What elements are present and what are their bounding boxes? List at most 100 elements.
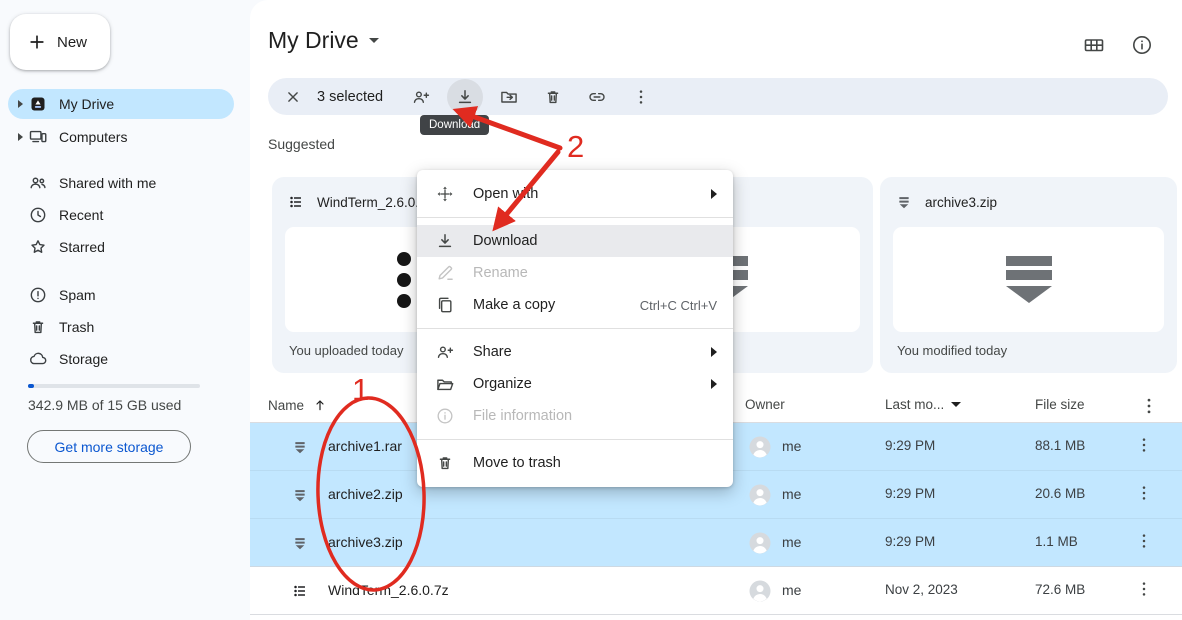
row-more-actions-icon[interactable]	[1134, 435, 1154, 455]
menu-item-file-information: File information	[417, 400, 733, 432]
person-add-icon	[435, 342, 455, 362]
column-label: Name	[268, 398, 304, 413]
file-modified: 9:29 PM	[885, 438, 935, 453]
sidebar: New My Drive Computers Shared with me Re…	[0, 0, 250, 620]
row-more-actions-icon[interactable]	[1134, 531, 1154, 551]
menu-item-make-a-copy[interactable]: Make a copy Ctrl+C Ctrl+V	[417, 289, 733, 321]
submenu-arrow-icon	[711, 189, 717, 199]
storage-progress-bar	[28, 384, 200, 388]
trash-button[interactable]	[535, 79, 571, 115]
download-tooltip: Download	[420, 115, 489, 135]
zip-file-icon	[1006, 256, 1052, 303]
column-label: File size	[1035, 397, 1085, 412]
column-header-size[interactable]: File size	[1035, 397, 1085, 412]
card-header: archive3.zip	[880, 177, 1177, 227]
menu-item-share[interactable]: Share	[417, 336, 733, 368]
sidebar-item-shared-with-me[interactable]: Shared with me	[8, 168, 234, 198]
expand-caret-icon[interactable]	[18, 100, 23, 108]
menu-item-organize[interactable]: Organize	[417, 368, 733, 400]
menu-item-move-to-trash[interactable]: Move to trash	[417, 447, 733, 479]
more-vertical-icon	[631, 87, 651, 107]
menu-divider	[417, 439, 733, 440]
page-title: My Drive	[268, 27, 359, 54]
download-icon	[435, 231, 455, 251]
menu-item-label: File information	[473, 408, 572, 424]
column-header-owner[interactable]: Owner	[745, 397, 785, 412]
new-button[interactable]: New	[10, 14, 110, 70]
sidebar-item-recent[interactable]: Recent	[8, 200, 234, 230]
selected-count: 3 selected	[317, 89, 383, 105]
download-icon	[455, 87, 475, 107]
column-settings-icon[interactable]	[1138, 395, 1160, 417]
file-name: archive3.zip	[328, 534, 403, 550]
info-icon[interactable]	[1130, 33, 1154, 57]
owner-avatar	[748, 435, 772, 459]
menu-item-label: Move to trash	[473, 455, 561, 471]
file-row-archive3[interactable]: archive3.zip me 9:29 PM 1.1 MB	[250, 519, 1182, 567]
close-icon	[284, 88, 302, 106]
sidebar-item-my-drive[interactable]: My Drive	[8, 89, 234, 119]
sidebar-item-label: Shared with me	[59, 175, 156, 191]
submenu-arrow-icon	[711, 379, 717, 389]
file-modified: 9:29 PM	[885, 486, 935, 501]
sidebar-item-starred[interactable]: Starred	[8, 232, 234, 262]
get-more-storage-button[interactable]: Get more storage	[27, 430, 191, 463]
more-actions-button[interactable]	[623, 79, 659, 115]
zip-file-icon	[292, 535, 308, 551]
owner-avatar	[748, 579, 772, 603]
move-to-button[interactable]	[491, 79, 527, 115]
file-owner: me	[782, 438, 801, 454]
share-button[interactable]	[403, 79, 439, 115]
clear-selection-button[interactable]	[281, 85, 305, 109]
my-drive-icon	[28, 94, 48, 114]
google-drive-window: New My Drive Computers Shared with me Re…	[0, 0, 1182, 620]
file-row-windterm[interactable]: WindTerm_2.6.0.7z me Nov 2, 2023 72.6 MB	[250, 567, 1182, 615]
sort-ascending-icon	[312, 397, 328, 413]
file-name: archive2.zip	[328, 486, 403, 502]
row-more-actions-icon[interactable]	[1134, 579, 1154, 599]
menu-item-label: Download	[473, 233, 538, 249]
row-more-actions-icon[interactable]	[1134, 483, 1154, 503]
sidebar-item-label: Starred	[59, 239, 105, 255]
sidebar-item-computers[interactable]: Computers	[8, 122, 234, 152]
new-button-label: New	[57, 34, 87, 51]
menu-item-open-with[interactable]: Open with	[417, 178, 733, 210]
sidebar-item-storage[interactable]: Storage	[8, 344, 234, 374]
selection-toolbar: 3 selected	[268, 78, 1168, 115]
suggested-card-archive3[interactable]: archive3.zip You modified today	[880, 177, 1177, 373]
computers-icon	[28, 127, 48, 147]
owner-avatar	[748, 531, 772, 555]
card-title: archive3.zip	[925, 195, 997, 210]
menu-item-label: Make a copy	[473, 297, 555, 313]
folder-move-icon	[499, 87, 519, 107]
open-with-icon	[435, 184, 455, 204]
card-thumbnail	[893, 227, 1164, 332]
zip-file-icon	[292, 439, 308, 455]
people-icon	[28, 173, 48, 193]
file-modified: 9:29 PM	[885, 534, 935, 549]
sidebar-item-trash[interactable]: Trash	[8, 312, 234, 342]
expand-caret-icon[interactable]	[18, 133, 23, 141]
page-title-dropdown[interactable]: My Drive	[268, 27, 379, 54]
grid-view-icon[interactable]	[1082, 33, 1106, 57]
column-header-last-modified[interactable]: Last mo...	[885, 397, 961, 412]
sidebar-item-label: Spam	[59, 287, 96, 303]
sidebar-item-spam[interactable]: Spam	[8, 280, 234, 310]
context-menu: Open with Download Rename Make a copy Ct…	[417, 170, 733, 487]
file-owner: me	[782, 582, 801, 598]
sidebar-item-label: Trash	[59, 319, 94, 335]
trash-icon	[543, 87, 563, 107]
menu-divider	[417, 217, 733, 218]
zip-file-icon	[292, 487, 308, 503]
download-button[interactable]	[447, 79, 483, 115]
column-label: Owner	[745, 397, 785, 412]
7z-file-icon	[288, 194, 304, 210]
folder-icon	[435, 374, 455, 394]
sidebar-item-label: My Drive	[59, 96, 114, 112]
chevron-down-icon	[369, 38, 379, 43]
file-size: 72.6 MB	[1035, 582, 1085, 597]
menu-item-download[interactable]: Download	[417, 225, 733, 257]
copy-link-button[interactable]	[579, 79, 615, 115]
column-header-name[interactable]: Name	[268, 397, 328, 413]
menu-item-label: Open with	[473, 186, 538, 202]
